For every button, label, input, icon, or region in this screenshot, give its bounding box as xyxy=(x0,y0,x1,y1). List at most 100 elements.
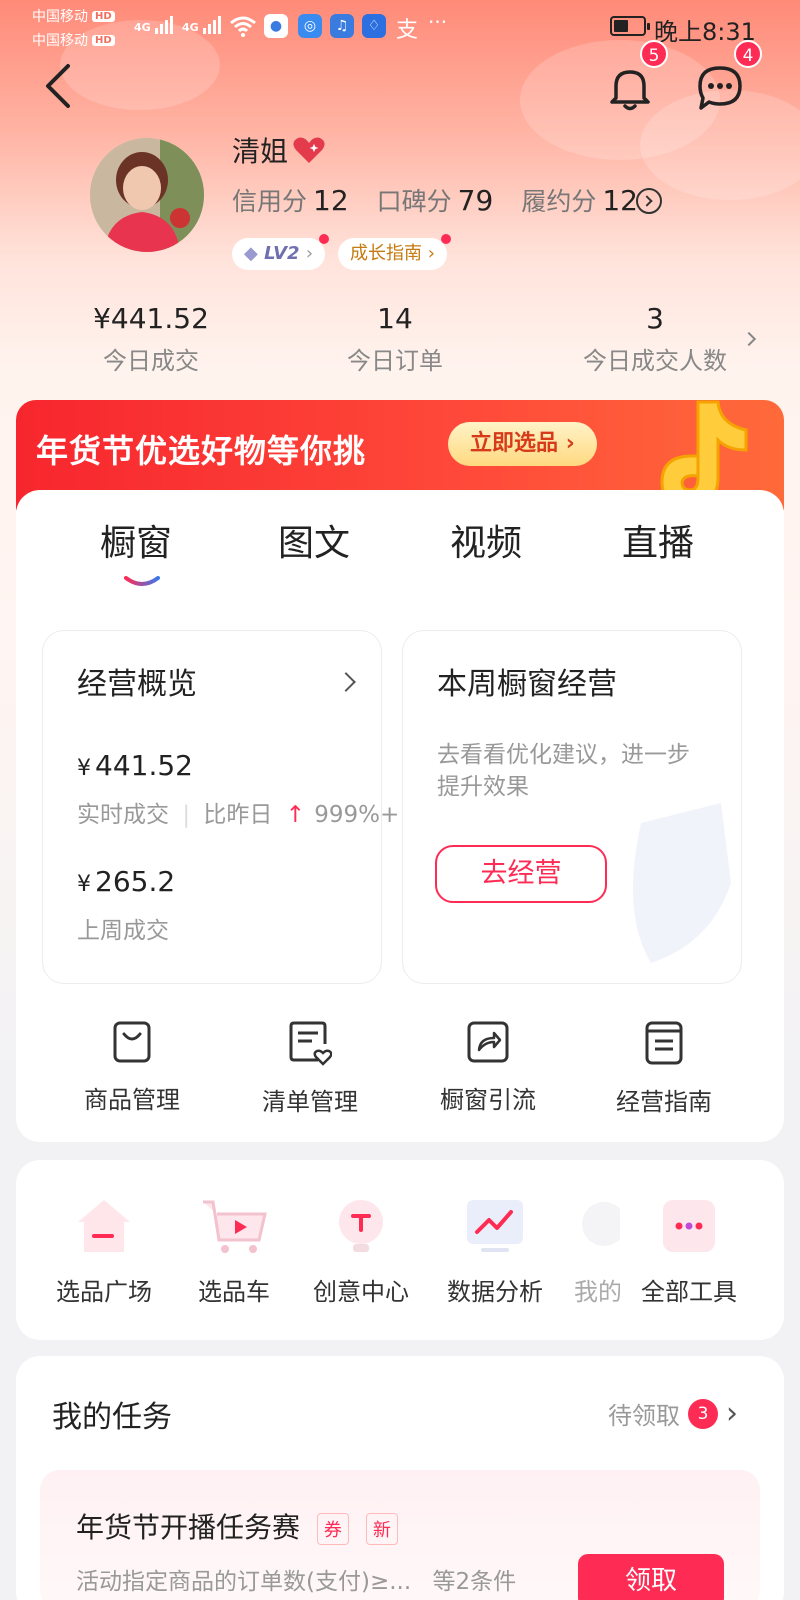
list-heart-icon xyxy=(289,1021,333,1066)
profile-name-text: 清姐 xyxy=(232,135,289,168)
baidu-icon: ● xyxy=(264,14,288,38)
data-analysis-button[interactable]: 数据分析 xyxy=(440,1196,550,1307)
showcase-traffic-button[interactable]: 橱窗引流 xyxy=(436,1020,540,1115)
scores-detail-icon[interactable] xyxy=(636,188,662,214)
chart-trend-icon xyxy=(467,1200,523,1252)
pending-label: 待领取 xyxy=(608,1402,680,1430)
fulfillment-label: 履约分 xyxy=(521,187,597,216)
coupon-tag: 券 xyxy=(316,1513,349,1545)
list-management-label: 清单管理 xyxy=(262,1088,358,1116)
compare-label: 比昨日 xyxy=(203,802,273,828)
avatar[interactable] xyxy=(90,138,204,252)
all-tools-button[interactable]: 全部工具 xyxy=(634,1196,744,1307)
business-guide-button[interactable]: 经营指南 xyxy=(612,1020,716,1117)
pending-tasks-link[interactable]: 待领取 3 › xyxy=(608,1396,738,1431)
new-tag: 新 xyxy=(365,1513,398,1545)
guide-book-icon xyxy=(645,1021,683,1065)
selection-cart-button[interactable]: 选品车 xyxy=(182,1196,286,1307)
selection-plaza-label: 选品广场 xyxy=(56,1278,152,1306)
alipay-icon: 支 xyxy=(396,18,419,43)
growth-guide-pill[interactable]: 成长指南 › xyxy=(338,234,451,270)
today-orders[interactable]: 14 今日订单 xyxy=(330,302,460,376)
realtime-label: 实时成交 xyxy=(77,802,169,828)
lastweek-label: 上周成交 xyxy=(77,918,169,944)
tab-active-indicator xyxy=(124,576,160,586)
tips-icon: ♢ xyxy=(362,14,386,38)
wifi-icon xyxy=(230,16,256,37)
product-management-label: 商品管理 xyxy=(84,1086,180,1114)
go-manage-button[interactable]: 去经营 xyxy=(435,845,607,903)
weekly-desc-line2: 提升效果 xyxy=(437,774,529,800)
task-item[interactable]: 年货节开播任务赛 券 新 活动指定商品的订单数(支付)≥... 等2条件 领取 xyxy=(40,1470,760,1600)
today-buyers[interactable]: 3 今日成交人数 xyxy=(570,302,740,376)
status-bar: 中国移动 HD 中国移动 HD 4G 4G ● ◎ ♫ ♢ 支 ··· 晚上8:31 xyxy=(0,0,800,52)
signal-2-icon: 4G xyxy=(182,12,221,34)
credit-label: 信用分 xyxy=(232,187,308,216)
overview-chevron-icon xyxy=(336,672,356,692)
realtime-sales-row: 实时成交 | 比昨日 ↑ 999%+ xyxy=(77,802,400,828)
today-buyers-value: 3 xyxy=(646,302,664,335)
growth-chevron-icon: › xyxy=(427,243,435,264)
showcase-traffic-label: 橱窗引流 xyxy=(440,1086,536,1114)
carrier-1: 中国移动 HD xyxy=(32,6,115,26)
weekly-title: 本周橱窗经营 xyxy=(437,667,617,702)
banner-button-label: 立即选品 xyxy=(470,431,559,456)
messages-badge: 4 xyxy=(734,40,762,68)
sparkle-heart-icon xyxy=(293,137,325,163)
pending-count-badge: 3 xyxy=(688,1398,718,1429)
music-icon: ♫ xyxy=(330,14,354,38)
weekly-card[interactable]: 本周橱窗经营 去看看优化建议，进一步 提升效果 去经营 xyxy=(402,630,742,984)
house-icon xyxy=(78,1200,130,1252)
all-tools-label: 全部工具 xyxy=(641,1278,737,1306)
cart-icon xyxy=(203,1200,267,1253)
reputation-value: 79 xyxy=(457,184,494,217)
chat-bubble-icon xyxy=(698,66,742,110)
profile-name[interactable]: 清姐 xyxy=(232,130,326,170)
claim-button[interactable]: 领取 xyxy=(578,1554,724,1600)
product-management-button[interactable]: 商品管理 xyxy=(80,1020,184,1115)
data-analysis-label: 数据分析 xyxy=(447,1278,543,1306)
tab-live[interactable]: 直播 xyxy=(622,514,694,566)
shield-decoration-icon xyxy=(633,803,731,963)
my-tools-label: 我的 xyxy=(574,1278,620,1306)
up-arrow-icon: ↑ xyxy=(285,802,305,828)
signal-1-icon: 4G xyxy=(134,12,173,34)
my-tools-icon xyxy=(582,1202,620,1246)
task-name: 年货节开播任务赛 xyxy=(76,1511,301,1544)
all-tools-grid-icon xyxy=(663,1200,715,1252)
growth-guide-text: 成长指南 xyxy=(350,243,422,264)
tab-video[interactable]: 视频 xyxy=(450,514,522,566)
level-pill[interactable]: ◆ LV2 › xyxy=(232,234,330,270)
credit-value: 12 xyxy=(313,184,349,217)
score-row[interactable]: 信用分 12 口碑分 79 履约分 12 xyxy=(232,182,666,218)
task-condition: 等2条件 xyxy=(432,1569,517,1595)
today-orders-value: 14 xyxy=(377,302,413,335)
tab-showcase[interactable]: 橱窗 xyxy=(100,514,172,566)
notifications-button[interactable]: 5 xyxy=(604,40,668,114)
today-sales-label: 今日成交 xyxy=(103,347,199,375)
banner-text: 年货节优选好物等你挑 xyxy=(36,432,367,470)
browser-icon: ◎ xyxy=(298,14,322,38)
tasks-title: 我的任务 xyxy=(52,1400,172,1435)
today-orders-label: 今日订单 xyxy=(347,347,443,375)
messages-button[interactable]: 4 xyxy=(694,40,762,114)
battery-icon xyxy=(610,16,650,36)
today-sales[interactable]: ¥441.52 今日成交 xyxy=(86,302,216,376)
list-management-button[interactable]: 清单管理 xyxy=(258,1020,362,1117)
selection-plaza-button[interactable]: 选品广场 xyxy=(52,1196,156,1307)
tab-graphic[interactable]: 图文 xyxy=(278,514,350,566)
creative-center-label: 创意中心 xyxy=(313,1278,409,1306)
overview-card[interactable]: 经营概览 ¥441.52 实时成交 | 比昨日 ↑ 999%+ ¥265.2 上… xyxy=(42,630,399,984)
pending-chevron-icon: › xyxy=(726,1396,738,1431)
creative-center-button[interactable]: 创意中心 xyxy=(306,1196,416,1307)
banner-select-button[interactable]: 立即选品 › xyxy=(448,422,597,466)
realtime-sales-value: ¥441.52 xyxy=(77,749,193,782)
weekly-desc-line1: 去看看优化建议，进一步 xyxy=(437,742,690,768)
back-arrow-icon[interactable] xyxy=(40,60,80,110)
growth-dot xyxy=(440,234,451,244)
lastweek-sales-value: ¥265.2 xyxy=(77,865,176,898)
business-guide-label: 经营指南 xyxy=(616,1088,712,1116)
level-dot xyxy=(319,234,330,244)
my-tools-button[interactable]: 我的 xyxy=(574,1196,620,1307)
overview-title: 经营概览 xyxy=(77,667,197,702)
